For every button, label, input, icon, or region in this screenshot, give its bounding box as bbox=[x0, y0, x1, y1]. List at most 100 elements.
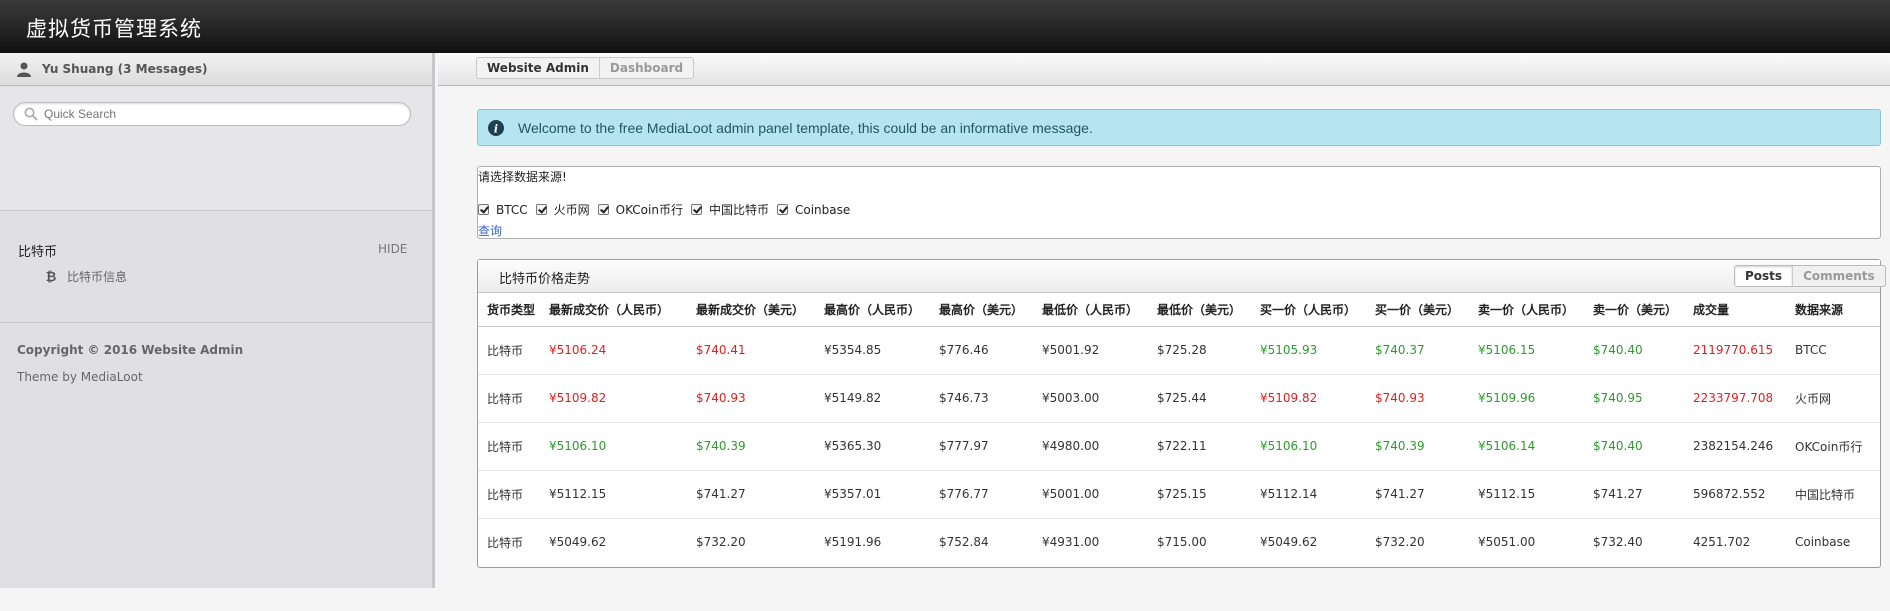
filter-option-label: BTCC bbox=[496, 202, 528, 217]
table-cell: ¥4980.00 bbox=[1033, 422, 1148, 471]
table-cell: ¥5112.15 bbox=[1469, 470, 1584, 519]
query-link[interactable]: 查询 bbox=[478, 222, 502, 239]
table-cell: $722.11 bbox=[1148, 422, 1251, 471]
column-header: 最低价（人民币） bbox=[1033, 293, 1148, 327]
column-header: 最新成交价（人民币） bbox=[540, 293, 687, 327]
table-body: 比特币 ¥5106.24 $740.41 ¥5354.85 $776.46 ¥5001.9… bbox=[478, 326, 1880, 566]
table-row: 比特币 ¥5049.62 $732.20 ¥5191.96 $752.84 ¥4931.0… bbox=[478, 518, 1880, 566]
info-message-text: Welcome to the free MediaLoot admin pane… bbox=[518, 120, 1093, 136]
table-cell: ¥5106.10 bbox=[1251, 422, 1366, 471]
table-cell: 2119770.615 bbox=[1684, 326, 1786, 375]
table-cell: $776.46 bbox=[930, 326, 1033, 375]
table-row: 比特币 ¥5112.15 $741.27 ¥5357.01 $776.77 ¥5001.0… bbox=[478, 470, 1880, 519]
table-cell: ¥5049.62 bbox=[549, 535, 607, 550]
table-cell: ¥5001.92 bbox=[1033, 326, 1148, 375]
table-cell: $741.27 bbox=[1584, 470, 1684, 519]
table-cell: $740.39 bbox=[1366, 422, 1469, 471]
column-header: 卖一价（人民币） bbox=[1469, 293, 1584, 327]
table-cell: ¥5357.01 bbox=[815, 470, 930, 519]
checkbox-huobi[interactable] bbox=[535, 204, 547, 215]
filter-prompt: 请选择数据来源! bbox=[478, 170, 567, 184]
table-cell: Coinbase bbox=[1795, 535, 1851, 550]
sidebar-item-label: 比特币信息 bbox=[67, 270, 128, 284]
checkbox-btcc[interactable] bbox=[478, 204, 489, 215]
table-cell: 中国比特币 bbox=[1786, 470, 1880, 519]
copyright-text: Copyright © 2016 Website Admin bbox=[17, 343, 244, 357]
table-cell: $776.77 bbox=[930, 470, 1033, 519]
search-icon bbox=[24, 107, 38, 121]
svg-text:₿: ₿ bbox=[46, 270, 57, 283]
table-cell: ¥5365.30 bbox=[815, 422, 930, 471]
panel-title: 比特币价格走势 bbox=[499, 272, 591, 287]
table-cell: $732.20 bbox=[696, 535, 746, 550]
table-cell: 比特币 bbox=[478, 470, 540, 519]
table-cell: $740.93 bbox=[1366, 374, 1469, 423]
sidebar-footer: Copyright © 2016 Website Admin Theme by … bbox=[0, 322, 432, 384]
search-input[interactable] bbox=[13, 102, 411, 126]
breadcrumb: Website Admin Dashboard bbox=[476, 57, 695, 79]
breadcrumb-website-admin[interactable]: Website Admin bbox=[477, 58, 600, 78]
table-cell: ¥5003.00 bbox=[1033, 374, 1148, 423]
table-cell: 比特币 bbox=[478, 374, 540, 423]
user-name[interactable]: Yu Shuang (3 Messages) bbox=[42, 62, 208, 76]
nav-section-heading: 比特币 bbox=[18, 245, 58, 260]
table-cell: ¥5106.15 bbox=[1469, 326, 1584, 375]
filter-options: BTCC 火币网 OKCoin币行 中国比特币 Coinbase bbox=[478, 201, 858, 218]
secondary-bar: Website Admin Dashboard bbox=[438, 53, 1890, 86]
table-cell: ¥5001.00 bbox=[1033, 470, 1148, 519]
table-cell: $741.27 bbox=[1366, 470, 1469, 519]
filter-option-label: 火币网 bbox=[553, 203, 590, 217]
price-panel: 比特币价格走势 Posts Comments 货币类型 最新成交价（人民币） 最新成… bbox=[477, 259, 1886, 568]
nav-section-hide-toggle[interactable]: HIDE bbox=[378, 242, 407, 256]
table-cell: $777.97 bbox=[930, 422, 1033, 471]
sidebar: Yu Shuang (3 Messages) 比特币 HIDE ₿ 比特币信息 … bbox=[0, 53, 435, 588]
price-table: 货币类型 最新成交价（人民币） 最新成交价（美元） 最高价（人民币） 最高价（美元） 最低… bbox=[478, 293, 1880, 566]
table-cell: $740.40 bbox=[1584, 422, 1684, 471]
table-cell: ¥4931.00 bbox=[1042, 535, 1100, 550]
checkbox-chbtc[interactable] bbox=[690, 204, 702, 215]
user-bar: Yu Shuang (3 Messages) bbox=[0, 53, 432, 86]
table-cell: $746.73 bbox=[930, 374, 1033, 423]
column-header: 数据来源 bbox=[1786, 293, 1880, 327]
table-cell: 4251.702 bbox=[1693, 535, 1751, 550]
table-cell: $725.28 bbox=[1148, 326, 1251, 375]
table-cell: ¥5191.96 bbox=[824, 535, 882, 550]
search-area bbox=[0, 87, 432, 211]
user-icon bbox=[17, 62, 31, 77]
column-header: 最低价（美元） bbox=[1148, 293, 1251, 327]
table-cell: $740.40 bbox=[1584, 326, 1684, 375]
panel-header: 比特币价格走势 Posts Comments bbox=[478, 260, 1886, 293]
table-row: 比特币 ¥5106.10 $740.39 ¥5365.30 $777.97 ¥4980.0… bbox=[478, 422, 1880, 471]
table-cell: ¥5112.14 bbox=[1251, 470, 1366, 519]
table-cell: 比特币 bbox=[478, 422, 540, 471]
table-cell: ¥5106.14 bbox=[1469, 422, 1584, 471]
table-cell: $752.84 bbox=[939, 535, 989, 550]
checkbox-okcoin[interactable] bbox=[597, 204, 609, 215]
source-filter: 请选择数据来源! BTCC 火币网 OKCoin币行 中国比特币 Coinbas… bbox=[477, 166, 1881, 239]
tab-posts[interactable]: Posts bbox=[1735, 266, 1794, 286]
table-cell: 596872.552 bbox=[1684, 470, 1786, 519]
sidebar-item-bitcoin-info[interactable]: ₿ 比特币信息 bbox=[44, 268, 244, 286]
column-header: 最高价（美元） bbox=[930, 293, 1033, 327]
table-row: 比特币 ¥5106.24 $740.41 ¥5354.85 $776.46 ¥5001.9… bbox=[478, 326, 1880, 375]
info-icon: i bbox=[488, 120, 504, 136]
tab-switcher: Posts Comments bbox=[1734, 265, 1886, 287]
table-cell: $740.37 bbox=[1366, 326, 1469, 375]
breadcrumb-dashboard[interactable]: Dashboard bbox=[600, 58, 693, 78]
table-cell: OKCoin币行 bbox=[1786, 422, 1880, 471]
table-cell: 比特币 bbox=[487, 535, 524, 550]
theme-credit: Theme by MediaLoot bbox=[17, 370, 143, 384]
table-cell: $740.41 bbox=[687, 326, 815, 375]
table-header-row: 货币类型 最新成交价（人民币） 最新成交价（美元） 最高价（人民币） 最高价（美元） 最低… bbox=[478, 293, 1880, 327]
svg-text:i: i bbox=[494, 123, 498, 136]
column-header: 成交量 bbox=[1684, 293, 1786, 327]
column-header: 买一价（人民币） bbox=[1251, 293, 1366, 327]
table-cell: $740.93 bbox=[687, 374, 815, 423]
table-cell: $740.95 bbox=[1584, 374, 1684, 423]
tab-comments[interactable]: Comments bbox=[1793, 266, 1885, 286]
column-header: 货币类型 bbox=[478, 293, 540, 327]
checkbox-coinbase[interactable] bbox=[776, 204, 788, 215]
table-cell: 2382154.246 bbox=[1684, 422, 1786, 471]
table-cell: BTCC bbox=[1786, 326, 1880, 375]
filter-option-label: Coinbase bbox=[794, 202, 851, 217]
